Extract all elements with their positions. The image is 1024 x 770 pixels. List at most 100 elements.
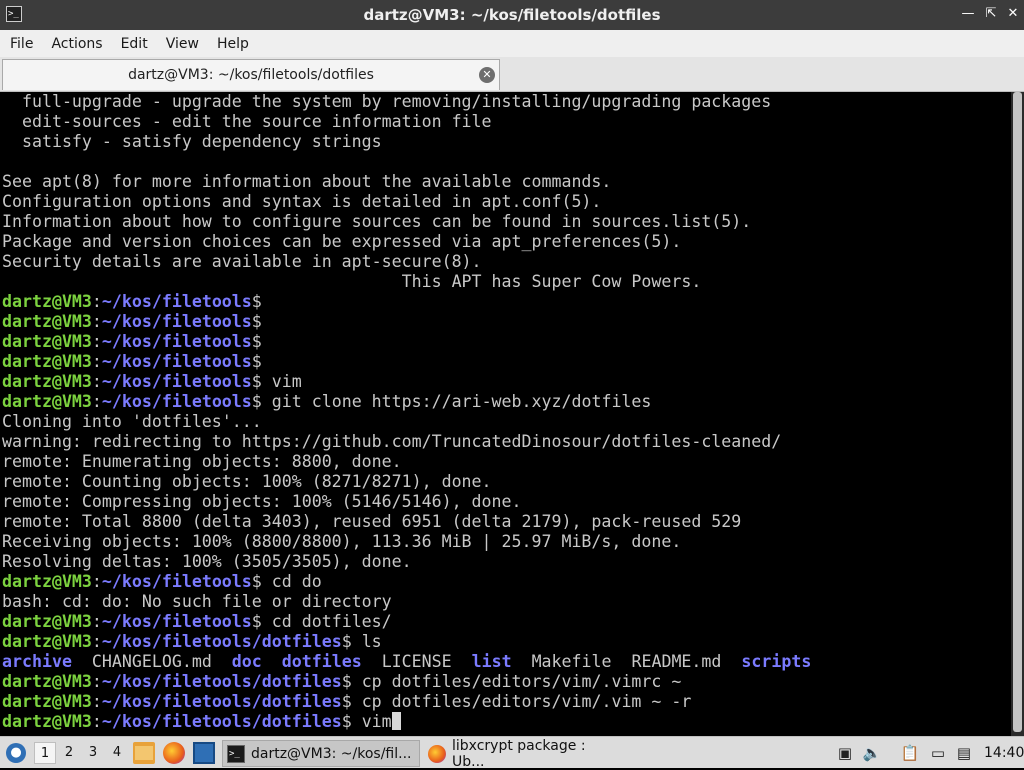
menu-help[interactable]: Help: [210, 36, 256, 52]
prompt-line: dartz@VM3:~/kos/filetools$ cd dotfiles/: [2, 612, 1010, 632]
prompt-symbol: $: [251, 612, 262, 631]
prompt-line: dartz@VM3:~/kos/filetools$ cd do: [2, 572, 1010, 592]
tab-label: dartz@VM3: ~/kos/filetools/dotfiles: [128, 67, 374, 83]
clock[interactable]: 14:40: [984, 745, 1024, 761]
terminal-icon: >_: [227, 744, 245, 763]
prompt-user: dartz@VM3: [2, 672, 92, 691]
minimize-icon[interactable]: —: [960, 6, 976, 22]
terminal-output-line: Information about how to configure sourc…: [2, 212, 752, 231]
prompt-separator: :: [91, 372, 102, 391]
close-icon[interactable]: ✕: [1005, 6, 1021, 22]
prompt-separator: :: [91, 332, 102, 351]
prompt-user: dartz@VM3: [2, 392, 92, 411]
prompt-symbol: $: [251, 572, 262, 591]
prompt-symbol: $: [341, 632, 352, 651]
maximize-icon[interactable]: ⇱: [983, 6, 999, 22]
command-text: cd do: [261, 572, 322, 591]
terminal-output-line: Receiving objects: 100% (8800/8800), 113…: [2, 532, 682, 551]
menu-view[interactable]: View: [159, 36, 206, 52]
desktop-icon[interactable]: [193, 742, 215, 764]
ls-gap: [612, 652, 632, 671]
menu-edit[interactable]: Edit: [114, 36, 155, 52]
prompt-user: dartz@VM3: [2, 352, 92, 371]
ls-directory: doc: [231, 652, 262, 671]
prompt-line: dartz@VM3:~/kos/filetools/dotfiles$ cp d…: [2, 692, 1010, 712]
prompt-symbol: $: [341, 672, 352, 691]
scrollbar-thumb[interactable]: [1013, 92, 1022, 732]
prompt-separator: :: [91, 712, 102, 731]
prompt-separator: :: [91, 392, 102, 411]
ls-file: Makefile: [531, 652, 612, 671]
terminal-output-line: remote: Total 8800 (delta 3403), reused …: [2, 512, 742, 531]
ls-gap: [212, 652, 232, 671]
file-manager-icon[interactable]: [133, 742, 155, 764]
terminal-output-line: full-upgrade - upgrade the system by rem…: [2, 92, 772, 111]
prompt-line: dartz@VM3:~/kos/filetools$ vim: [2, 372, 1010, 392]
task-label: libxcrypt package : Ub...: [452, 737, 586, 770]
terminal-output-line: Resolving deltas: 100% (3505/3505), done…: [2, 552, 412, 571]
workspace-3[interactable]: 3: [82, 742, 104, 764]
command-text: ls: [351, 632, 382, 651]
terminal-output-line: remote: Counting objects: 100% (8271/827…: [2, 472, 492, 491]
prompt-path: ~/kos/filetools: [101, 312, 252, 331]
ls-directory: dotfiles: [281, 652, 362, 671]
terminal-output: full-upgrade - upgrade the system by rem…: [2, 92, 1010, 732]
prompt-line: dartz@VM3:~/kos/filetools$: [2, 352, 1010, 372]
ls-gap: [262, 652, 282, 671]
menu-actions[interactable]: Actions: [44, 36, 109, 52]
prompt-separator: :: [91, 352, 102, 371]
prompt-line: dartz@VM3:~/kos/filetools/dotfiles$ cp d…: [2, 672, 1010, 692]
taskbar: ● 1 2 3 4 >_ dartz@VM3: ~/kos/fil... lib…: [0, 736, 1024, 770]
ls-directory: archive: [2, 652, 72, 671]
task-terminal[interactable]: >_ dartz@VM3: ~/kos/fil...: [222, 740, 420, 767]
ls-file: LICENSE: [381, 652, 452, 671]
workspace-1[interactable]: 1: [34, 742, 56, 764]
prompt-line: dartz@VM3:~/kos/filetools$ git clone htt…: [2, 392, 1010, 412]
network-icon[interactable]: ▣: [835, 744, 855, 762]
prompt-path: ~/kos/filetools/dotfiles: [101, 672, 342, 691]
prompt-symbol: $: [251, 312, 262, 331]
terminal-output-line: See apt(8) for more information about th…: [2, 172, 612, 191]
tab-terminal[interactable]: dartz@VM3: ~/kos/filetools/dotfiles ✕: [2, 59, 500, 90]
updates-icon[interactable]: ▤: [954, 744, 974, 762]
prompt-separator: :: [91, 632, 102, 651]
ls-gap: [512, 652, 532, 671]
display-icon[interactable]: ▭: [928, 744, 948, 762]
ls-gap: [721, 652, 741, 671]
firefox-icon[interactable]: [163, 742, 185, 764]
scrollbar[interactable]: [1011, 92, 1024, 736]
menu-file[interactable]: File: [3, 36, 40, 52]
terminal-output-line: bash: cd: do: No such file or directory: [2, 592, 392, 611]
task-label: dartz@VM3: ~/kos/fil...: [251, 745, 412, 762]
prompt-path: ~/kos/filetools/dotfiles: [101, 632, 342, 651]
workspace-4[interactable]: 4: [106, 742, 128, 764]
terminal-output-line: warning: redirecting to https://github.c…: [2, 432, 782, 451]
prompt-line: dartz@VM3:~/kos/filetools$: [2, 292, 1010, 312]
terminal-output-line: edit-sources - edit the source informati…: [2, 112, 492, 131]
prompt-symbol: $: [251, 392, 262, 411]
firefox-icon: [428, 744, 446, 763]
terminal-view[interactable]: full-upgrade - upgrade the system by rem…: [0, 92, 1024, 736]
window-title: dartz@VM3: ~/kos/filetools/dotfiles: [363, 6, 661, 24]
prompt-user: dartz@VM3: [2, 312, 92, 331]
ls-gap: [362, 652, 382, 671]
prompt-line: dartz@VM3:~/kos/filetools/dotfiles$ vim: [2, 712, 1010, 732]
command-text: git clone https://ari-web.xyz/dotfiles: [261, 392, 652, 411]
workspace-2[interactable]: 2: [58, 742, 80, 764]
prompt-path: ~/kos/filetools: [101, 332, 252, 351]
prompt-path: ~/kos/filetools: [101, 572, 252, 591]
tab-close-icon[interactable]: ✕: [479, 67, 495, 83]
prompt-symbol: $: [251, 332, 262, 351]
clipboard-icon[interactable]: 📋: [900, 744, 920, 762]
prompt-line: dartz@VM3:~/kos/filetools$: [2, 332, 1010, 352]
prompt-path: ~/kos/filetools: [101, 372, 252, 391]
terminal-output-line: Package and version choices can be expre…: [2, 232, 682, 251]
prompt-path: ~/kos/filetools/dotfiles: [101, 692, 342, 711]
start-menu-icon[interactable]: ●: [6, 743, 26, 763]
prompt-user: dartz@VM3: [2, 372, 92, 391]
volume-icon[interactable]: 🔈: [862, 744, 882, 762]
prompt-symbol: $: [341, 692, 352, 711]
ls-file: CHANGELOG.md: [91, 652, 212, 671]
command-text: cd dotfiles/: [261, 612, 392, 631]
task-firefox[interactable]: libxcrypt package : Ub...: [424, 737, 622, 770]
